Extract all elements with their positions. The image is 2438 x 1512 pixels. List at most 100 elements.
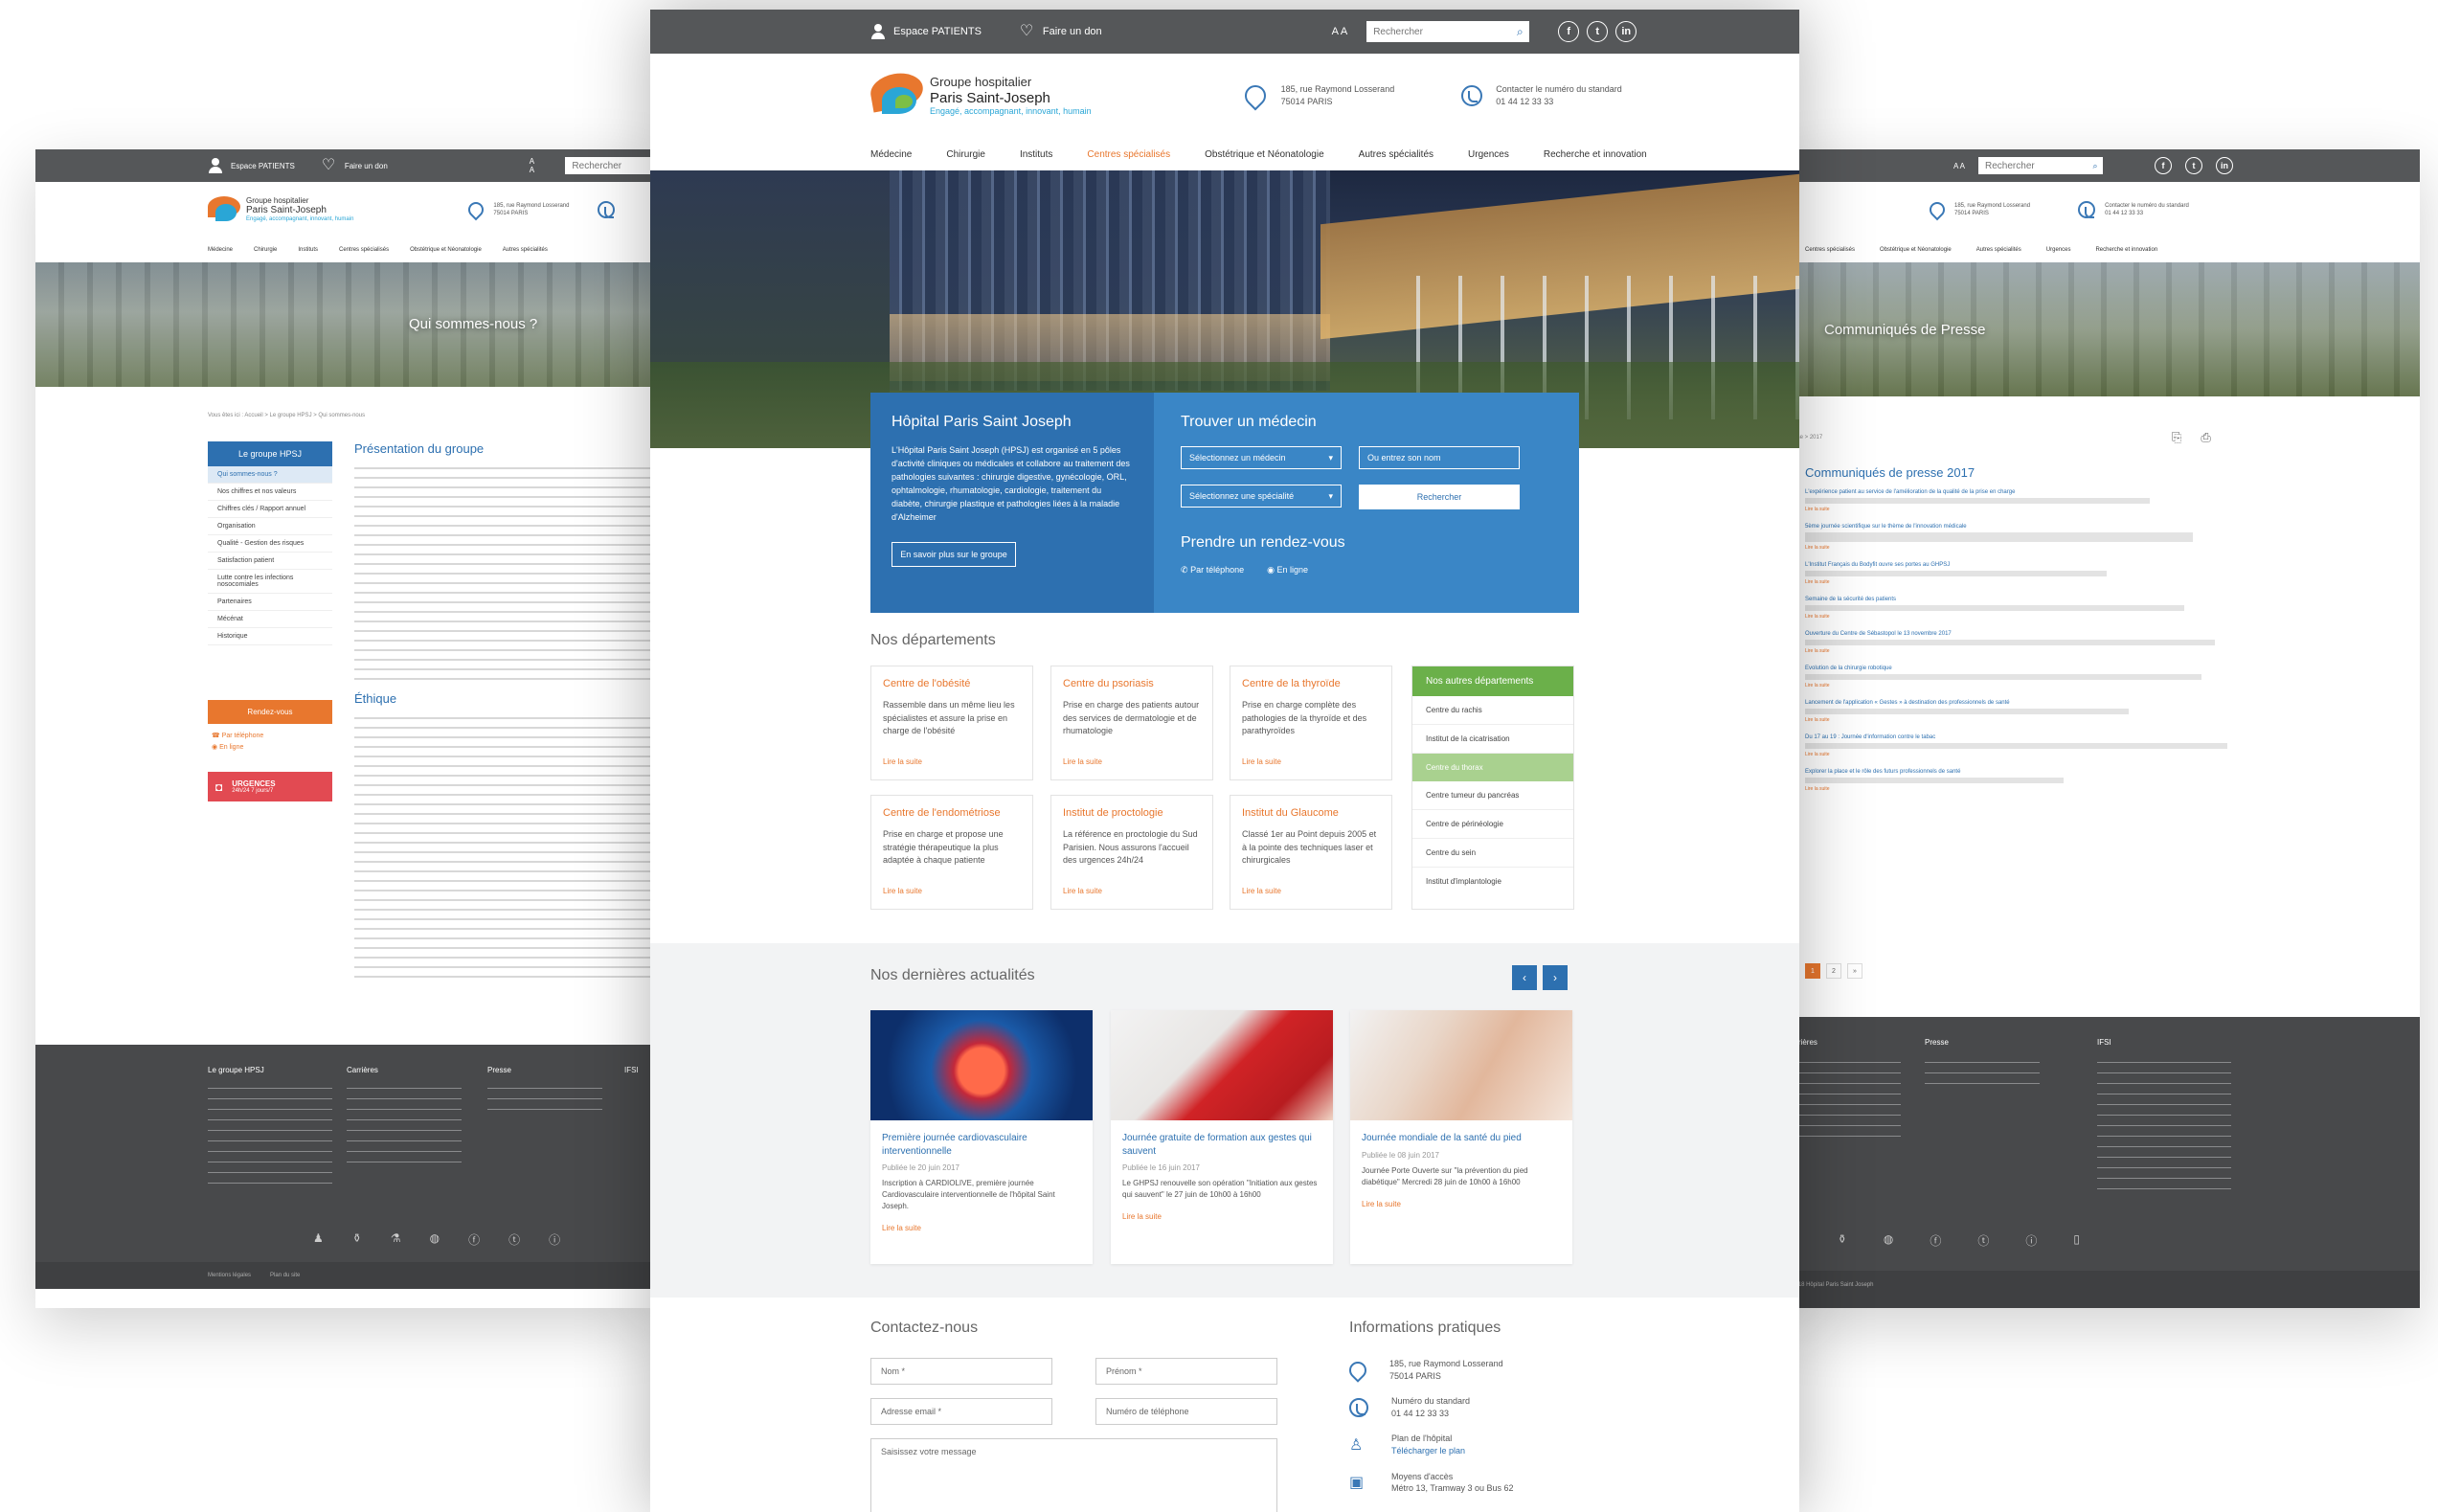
bottle-icon[interactable]: ⚱	[352, 1231, 362, 1248]
phone-input[interactable]: Numéro de téléphone	[1095, 1398, 1277, 1425]
department-card[interactable]: Centre de l'endométriose Prise en charge…	[870, 795, 1033, 910]
page-button[interactable]: 1	[1805, 963, 1820, 979]
facebook-icon[interactable]: ⓕ	[1930, 1232, 1941, 1249]
font-size-toggle[interactable]: A A	[530, 157, 539, 174]
page-button[interactable]: 2	[1826, 963, 1841, 979]
side-menu-item[interactable]: Qualité - Gestion des risques	[208, 535, 332, 553]
side-menu-item[interactable]: Lutte contre les infections nosocomiales	[208, 570, 332, 594]
nav-chirurgie[interactable]: Chirurgie	[946, 149, 985, 160]
doctor-name-input[interactable]: Ou entrez son nom	[1359, 446, 1520, 469]
side-menu-item[interactable]: Qui sommes-nous ?	[208, 466, 332, 484]
faire-un-don-link[interactable]: ♡ Faire un don	[1020, 24, 1102, 39]
list-item[interactable]: Explorer la place et le rôle des futurs …	[1805, 769, 2236, 792]
share-icon[interactable]: ⎘	[2172, 430, 2181, 445]
nav-autres-specialites[interactable]: Autres spécialités	[1359, 149, 1433, 160]
left-search-box[interactable]	[565, 157, 658, 174]
prenom-input[interactable]: Prénom *	[1095, 1358, 1277, 1385]
message-textarea[interactable]: Saisissez votre message	[870, 1438, 1277, 1512]
linkedin-icon[interactable]: in	[1615, 21, 1637, 42]
bottle-icon[interactable]: ⚱	[1838, 1232, 1847, 1249]
department-card[interactable]: Institut du Glaucome Classé 1er au Point…	[1230, 795, 1392, 910]
nav-instituts[interactable]: Instituts	[1020, 149, 1052, 160]
department-card[interactable]: Centre de l'obésité Rassemble dans un mê…	[870, 666, 1033, 780]
facebook-icon[interactable]: ⓕ	[468, 1231, 480, 1248]
chevron-right-icon[interactable]: ›	[1543, 965, 1568, 990]
espace-patients-link[interactable]: Espace PATIENTS	[208, 158, 295, 173]
nav-centres[interactable]: Centres spécialisés	[339, 247, 389, 253]
nav-medecine[interactable]: Médecine	[208, 247, 233, 253]
news-card[interactable]: Première journée cardiovasculaire interv…	[870, 1010, 1093, 1264]
main-search-box[interactable]: ⌕	[1366, 21, 1530, 42]
print-icon[interactable]: ⎙	[2201, 430, 2210, 445]
urgences-block[interactable]: ◘ URGENCES 24h/24 7 jours/7	[208, 772, 332, 801]
list-item[interactable]: Ouverture du Centre de Sébastopol le 13 …	[1805, 631, 2236, 654]
faire-un-don-link[interactable]: ♡ Faire un don	[322, 158, 388, 173]
learn-more-button[interactable]: En savoir plus sur le groupe	[892, 541, 1016, 567]
globe-icon[interactable]: ◍	[1884, 1232, 1893, 1249]
rdv-phone-link[interactable]: ✆ Par téléphone	[1181, 565, 1244, 575]
side-menu-item[interactable]: Mécénat	[208, 611, 332, 628]
list-item[interactable]: 5ème journée scientifique sur le thème d…	[1805, 524, 2236, 551]
nav-medecine[interactable]: Médecine	[870, 149, 912, 160]
rdv-online-link[interactable]: ◉ En ligne	[208, 741, 332, 753]
facebook-icon[interactable]: f	[2155, 157, 2173, 174]
nav-centres-specialises[interactable]: Centres spécialisés	[1087, 149, 1170, 160]
nav-urgences[interactable]: Urgences	[1468, 149, 1509, 160]
linkedin-icon[interactable]: ⓘ	[2025, 1232, 2037, 1249]
nav-obstetrique[interactable]: Obstétrique et Néonatologie	[410, 247, 482, 253]
list-item[interactable]: Semaine de la sécurité des patients Lire …	[1805, 597, 2236, 620]
nav-recherche[interactable]: Recherche et innovation	[1544, 149, 1647, 160]
other-dept-item-active[interactable]: Centre du thorax	[1412, 754, 1573, 781]
search-input[interactable]	[1367, 22, 1512, 41]
next-page-button[interactable]: »	[1847, 963, 1862, 979]
download-plan-link[interactable]: Télécharger le plan	[1391, 1445, 1465, 1457]
side-menu-item[interactable]: Partenaires	[208, 594, 332, 611]
side-menu-item[interactable]: Satisfaction patient	[208, 553, 332, 570]
nav-instituts[interactable]: Instituts	[298, 247, 318, 253]
linkedin-icon[interactable]: in	[2216, 157, 2234, 174]
search-doctor-button[interactable]: Rechercher	[1359, 485, 1520, 509]
search-icon[interactable]: ⌕	[2088, 158, 2103, 173]
person-icon[interactable]: ♟	[313, 1231, 324, 1248]
right-search-box[interactable]: ⌕	[1978, 157, 2104, 174]
rdv-online-link[interactable]: ◉ En ligne	[1267, 565, 1308, 575]
side-menu-item[interactable]: Nos chiffres et nos valeurs	[208, 484, 332, 501]
other-dept-item[interactable]: Centre tumeur du pancréas	[1412, 781, 1573, 810]
other-dept-item[interactable]: Institut de la cicatrisation	[1412, 725, 1573, 754]
side-menu-item[interactable]: Chiffres clés / Rapport annuel	[208, 501, 332, 518]
linkedin-icon[interactable]: ⓘ	[549, 1231, 560, 1248]
list-item[interactable]: Du 17 au 19 : Journée d'information cont…	[1805, 734, 2236, 757]
nav-autres[interactable]: Autres spécialités	[503, 247, 548, 253]
search-icon[interactable]: ⌕	[1511, 22, 1529, 41]
department-card[interactable]: Centre de la thyroïde Prise en charge co…	[1230, 666, 1392, 780]
other-dept-item[interactable]: Centre du rachis	[1412, 696, 1573, 725]
flask-icon[interactable]: ⚗	[391, 1231, 401, 1248]
rdv-button[interactable]: Rendez-vous	[208, 700, 332, 724]
side-menu-item[interactable]: Organisation	[208, 518, 332, 535]
select-doctor-dropdown[interactable]: Sélectionnez un médecin ▾	[1181, 446, 1342, 469]
nom-input[interactable]: Nom *	[870, 1358, 1052, 1385]
news-card[interactable]: Journée gratuite de formation aux gestes…	[1111, 1010, 1333, 1264]
espace-patients-link[interactable]: Espace PATIENTS	[870, 24, 982, 39]
chevron-left-icon[interactable]: ‹	[1512, 965, 1537, 990]
mobile-icon[interactable]: ▯	[2073, 1232, 2080, 1249]
side-menu-item[interactable]: Historique	[208, 628, 332, 645]
search-input[interactable]	[566, 158, 657, 173]
font-size-toggle[interactable]: A A	[1953, 162, 1965, 170]
other-dept-item[interactable]: Centre de périnéologie	[1412, 810, 1573, 839]
rdv-phone-link[interactable]: ☎ Par téléphone	[208, 724, 332, 741]
font-size-toggle[interactable]: A A	[1332, 26, 1348, 37]
search-input[interactable]	[1979, 158, 2088, 173]
nav-obstetrique[interactable]: Obstétrique et Néonatologie	[1205, 149, 1324, 160]
other-dept-item[interactable]: Institut d'implantologie	[1412, 868, 1573, 895]
twitter-icon[interactable]: ⓣ	[1977, 1232, 1989, 1249]
list-item[interactable]: L'Institut Français du Bodyfit ouvre ses…	[1805, 562, 2236, 585]
department-card[interactable]: Centre du psoriasis Prise en charge des …	[1050, 666, 1213, 780]
news-card[interactable]: Journée mondiale de la santé du pied Pub…	[1350, 1010, 1572, 1264]
twitter-icon[interactable]: ⓣ	[508, 1231, 520, 1248]
facebook-icon[interactable]: f	[1558, 21, 1580, 42]
email-input[interactable]: Adresse email *	[870, 1398, 1052, 1425]
department-card[interactable]: Institut de proctologie La référence en …	[1050, 795, 1213, 910]
globe-icon[interactable]: ◍	[430, 1231, 440, 1248]
list-item[interactable]: Evolution de la chirurgie robotique Lire …	[1805, 666, 2236, 688]
